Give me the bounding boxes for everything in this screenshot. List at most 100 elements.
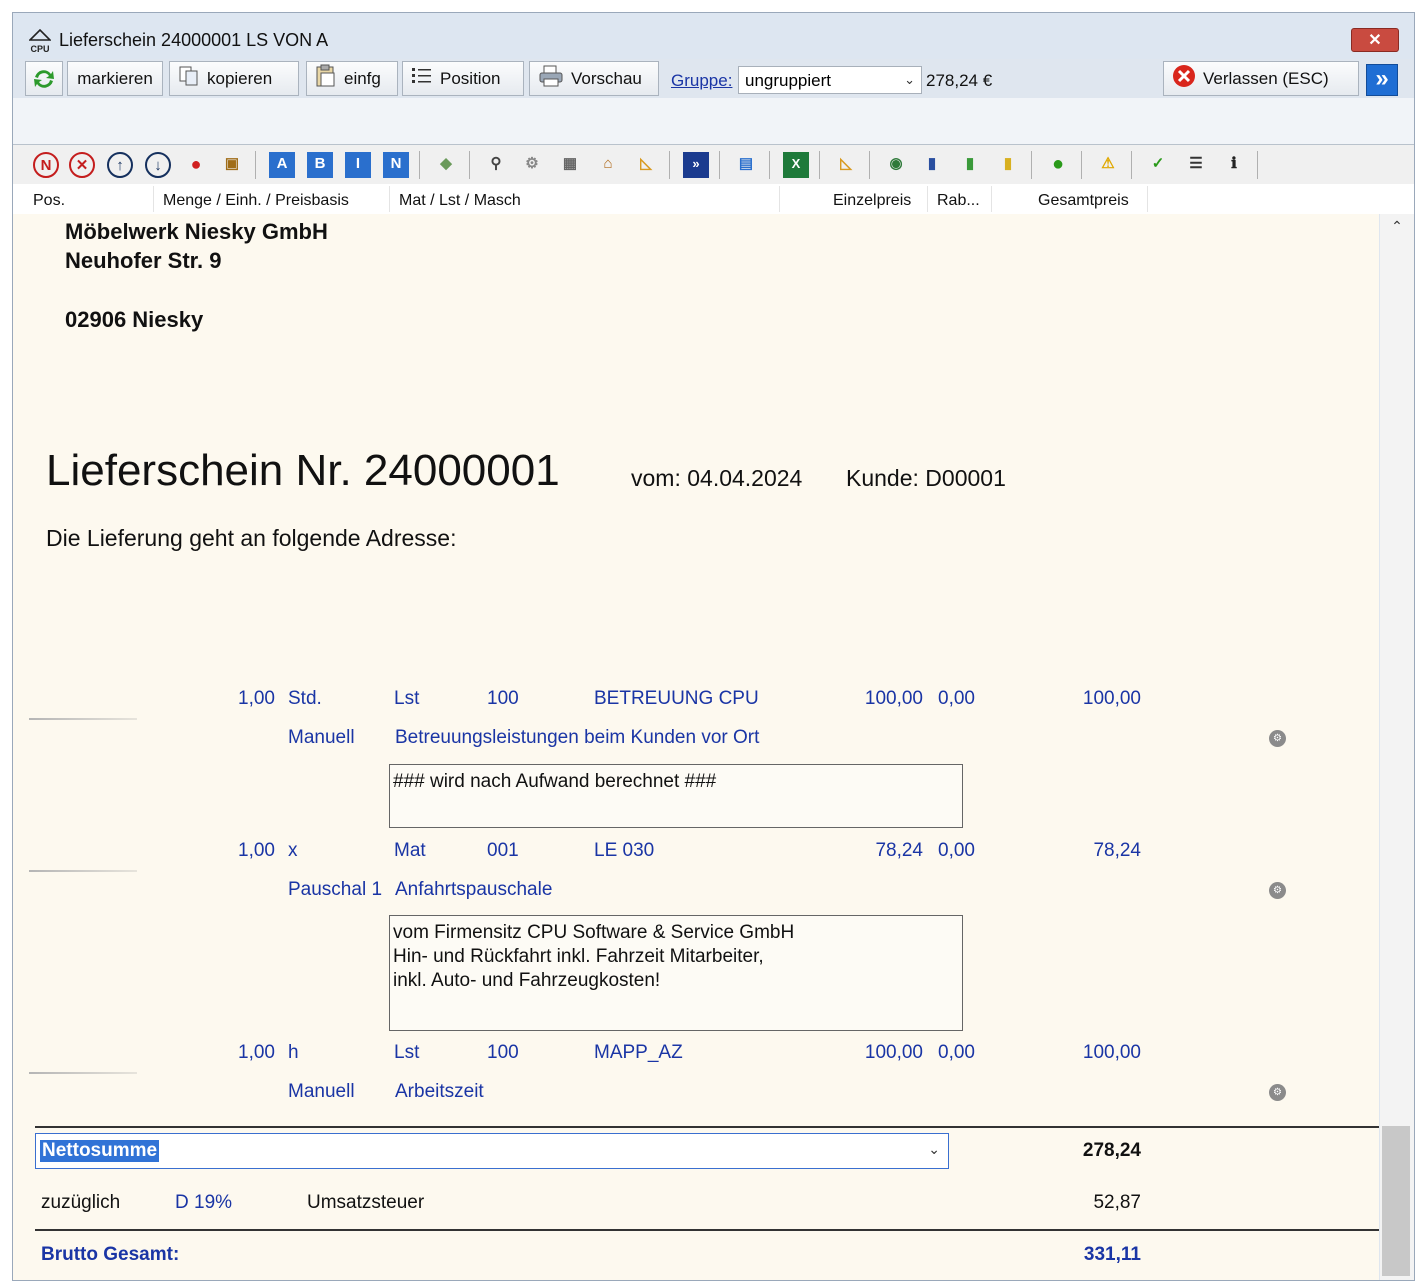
nettosumme-label: Nettosumme — [40, 1140, 160, 1162]
triangle-ruler-icon[interactable]: ◺ — [833, 152, 859, 178]
position-text-line: inkl. Auto- und Fahrzeugkosten! — [393, 970, 661, 991]
position-text-box[interactable]: vom Firmensitz CPU Software & Service Gm… — [389, 915, 963, 1031]
document-area: Möbelwerk Niesky GmbH Neuhofer Str. 9 02… — [13, 214, 1379, 1280]
spellcheck-icon[interactable]: ✓ — [1145, 152, 1171, 178]
calculator-icon[interactable]: ▦ — [557, 152, 583, 178]
address-city: 02906 Niesky — [65, 307, 204, 332]
title-bar: CPU Lieferschein 24000001 LS VON A ✕ — [13, 13, 1414, 59]
position-gesamt: 100,00 — [1082, 688, 1141, 709]
close-button[interactable]: ✕ — [1351, 28, 1399, 52]
zuzueglich-label: zuzüglich — [41, 1192, 121, 1213]
refresh-icon — [34, 69, 54, 88]
position-settings-icon[interactable]: ⚙ — [1269, 730, 1286, 747]
position-marker — [29, 718, 137, 720]
position-rabatt: 0,00 — [938, 840, 975, 861]
status-green-icon[interactable]: ● — [1045, 152, 1071, 178]
nettosumme-select[interactable]: Nettosumme ⌄ — [35, 1133, 949, 1169]
brutto-label: Brutto Gesamt: — [41, 1244, 180, 1265]
address-street: Neuhofer Str. 9 — [65, 248, 222, 273]
position-einzelpreis: 78,24 — [875, 840, 923, 861]
toolbar-total: 278,24 € — [926, 71, 993, 90]
vorschau-label: Vorschau — [571, 68, 642, 88]
toolbar-band — [13, 98, 1414, 144]
position-art: Mat — [394, 840, 426, 861]
brutto-divider — [35, 1229, 1379, 1231]
verlassen-label: Verlassen (ESC) — [1203, 68, 1329, 88]
position-artikel: LE 030 — [594, 840, 655, 861]
lieferschein-window: CPU Lieferschein 24000001 LS VON A ✕ mar… — [12, 12, 1415, 1281]
info-icon[interactable]: ℹ — [1221, 152, 1247, 178]
column-yellow-icon[interactable]: ▮ — [995, 152, 1021, 178]
position-einheit: h — [288, 1042, 299, 1063]
kopieren-label: kopieren — [207, 68, 273, 88]
move-up-icon[interactable]: ↑ — [107, 152, 133, 178]
forward-icon[interactable]: » — [683, 152, 709, 178]
forward-button[interactable]: » — [1366, 64, 1398, 96]
home-icon[interactable]: ⌂ — [595, 152, 621, 178]
spreadsheet-icon[interactable]: ▤ — [733, 152, 759, 178]
position-text-line: Hin- und Rückfahrt inkl. Fahrzeit Mitarb… — [393, 946, 764, 967]
search-icon[interactable]: ⚲ — [483, 152, 509, 178]
refresh-button[interactable] — [25, 61, 63, 96]
gruppe-select[interactable]: ungruppiert ⌄ — [738, 66, 922, 94]
col-menge[interactable]: Menge / Einh. / Preisbasis — [163, 192, 349, 210]
position-settings-icon[interactable]: ⚙ — [1269, 1084, 1286, 1101]
chevron-down-icon: ⌄ — [904, 72, 915, 87]
markieren-label: markieren — [77, 68, 153, 88]
list-icon — [411, 66, 433, 91]
col-gesamtpreis[interactable]: Gesamtpreis — [1038, 192, 1129, 210]
pin-icon[interactable]: ● — [183, 152, 209, 178]
position-preisbasis: Manuell — [288, 1081, 355, 1102]
kopieren-button[interactable]: kopieren — [169, 61, 299, 96]
vorschau-button[interactable]: Vorschau — [529, 61, 659, 96]
exit-icon — [1172, 64, 1196, 93]
paste-icon — [315, 64, 337, 93]
format-a-icon[interactable]: A — [269, 152, 295, 178]
format-n-icon[interactable]: N — [383, 152, 409, 178]
col-einzelpreis[interactable]: Einzelpreis — [833, 192, 911, 210]
position-text-box[interactable]: ### wird nach Aufwand berechnet ### — [389, 764, 963, 828]
position-bezeichnung: Betreuungsleistungen beim Kunden vor Ort — [395, 727, 760, 748]
col-mat[interactable]: Mat / Lst / Masch — [399, 192, 521, 210]
position-nr: 001 — [487, 840, 519, 861]
eraser-icon[interactable]: ◆ — [433, 152, 459, 178]
markieren-button[interactable]: markieren — [67, 61, 163, 96]
icon-toolbar: N ✕ ↑ ↓ ● ▣ A B I N ◆ ⚲ ⚙ ▦ ⌂ ◺ » ▤ X ◺ … — [13, 144, 1414, 185]
tax-code: D 19% — [175, 1192, 233, 1213]
excel-icon[interactable]: X — [783, 152, 809, 178]
position-einzelpreis: 100,00 — [864, 1042, 923, 1063]
format-i-icon[interactable]: I — [345, 152, 371, 178]
column-blue-icon[interactable]: ▮ — [919, 152, 945, 178]
col-rab[interactable]: Rab... — [937, 192, 980, 210]
brutto-value: 331,11 — [1083, 1244, 1141, 1265]
warning-icon[interactable]: ⚠ — [1095, 152, 1121, 178]
tax-value: 52,87 — [1093, 1192, 1141, 1213]
move-down-icon[interactable]: ↓ — [145, 152, 171, 178]
position-button[interactable]: Position — [402, 61, 524, 96]
position-rabatt: 0,00 — [938, 1042, 975, 1063]
position-nr: 100 — [487, 1042, 519, 1063]
copy-icon — [178, 65, 200, 92]
printer-icon — [538, 65, 564, 92]
delete-circle-icon[interactable]: ✕ — [69, 152, 95, 178]
bullet-list-icon[interactable]: ☰ — [1183, 152, 1209, 178]
column-header-row: Pos. Menge / Einh. / Preisbasis Mat / Ls… — [13, 184, 1414, 214]
scroll-up-icon[interactable]: ⌃ — [1380, 218, 1414, 240]
ruler-icon[interactable]: ◺ — [633, 152, 659, 178]
position-text-line: vom Firmensitz CPU Software & Service Gm… — [393, 922, 795, 943]
new-circle-icon[interactable]: N — [33, 152, 59, 178]
vertical-scrollbar[interactable]: ⌃ — [1380, 214, 1414, 1280]
gear-icon[interactable]: ⚙ — [519, 152, 545, 178]
column-green-icon[interactable]: ▮ — [957, 152, 983, 178]
globe-icon[interactable]: ◉ — [883, 152, 909, 178]
package-icon[interactable]: ▣ — [219, 152, 245, 178]
position-settings-icon[interactable]: ⚙ — [1269, 882, 1286, 899]
verlassen-button[interactable]: Verlassen (ESC) — [1163, 61, 1359, 96]
scroll-thumb[interactable] — [1382, 1126, 1410, 1276]
position-marker — [29, 870, 137, 872]
col-pos[interactable]: Pos. — [33, 192, 65, 210]
position-artikel: MAPP_AZ — [594, 1042, 683, 1063]
format-b-icon[interactable]: B — [307, 152, 333, 178]
einfg-button[interactable]: einfg — [306, 61, 398, 96]
position-nr: 100 — [487, 688, 519, 709]
